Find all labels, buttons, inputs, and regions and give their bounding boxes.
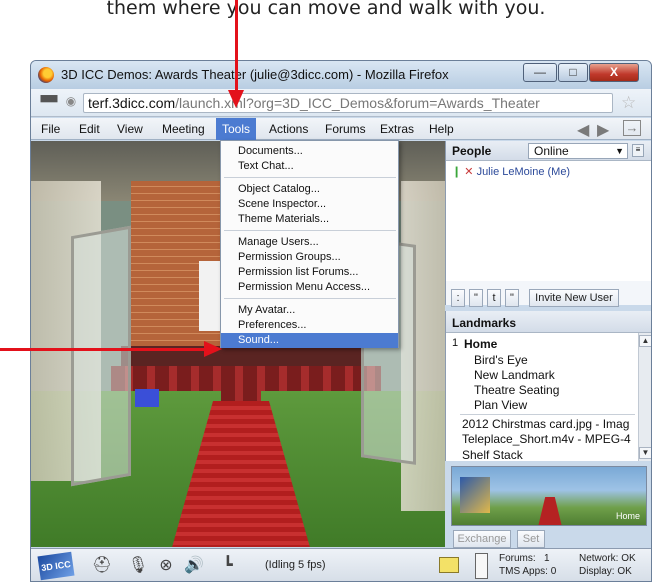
- menu-file[interactable]: File: [35, 118, 66, 140]
- landmark-home[interactable]: Home: [464, 337, 497, 351]
- menu-item-permission-menu-access[interactable]: Permission Menu Access...: [221, 280, 398, 295]
- people-list: ❙ ✕ Julie LeMoine (Me): [446, 161, 651, 281]
- landmarks-scrollbar[interactable]: ▲ ▼: [638, 333, 651, 461]
- menu-bar: File Edit View Meeting Tools Actions For…: [31, 118, 651, 140]
- landmark-home-index: 1: [452, 337, 459, 349]
- menu-item-my-avatar[interactable]: My Avatar...: [221, 303, 398, 318]
- firefox-icon: [38, 67, 54, 83]
- landmark-file[interactable]: 2012 Chirstmas card.jpg - Imag: [462, 417, 629, 431]
- people-toolbar: : " t " Invite New User ≡: [445, 289, 651, 320]
- menu-separator: [224, 298, 396, 299]
- menu-view[interactable]: View: [111, 118, 149, 140]
- landmark-item[interactable]: Bird's Eye: [474, 353, 528, 367]
- url-input[interactable]: terf.3dicc.com/launch.xml?org=3D_ICC_Dem…: [83, 93, 613, 113]
- tools-dropdown-menu: Documents... Text Chat... Object Catalog…: [220, 140, 399, 348]
- scroll-down-icon[interactable]: ▼: [639, 447, 651, 459]
- chevron-down-icon: ▼: [615, 146, 624, 156]
- user-row[interactable]: ❙ ✕ Julie LeMoine (Me): [452, 165, 570, 178]
- network-display-stat: Network: OK Display: OK: [579, 553, 636, 577]
- menu-item-documents[interactable]: Documents...: [221, 144, 398, 159]
- bookmark-page-icon[interactable]: ▀▀: [39, 95, 59, 110]
- remove-icon[interactable]: ✕: [464, 166, 473, 178]
- invite-new-user-button[interactable]: Invite New User: [529, 289, 619, 307]
- annotation-arrow-shaft: [0, 348, 210, 351]
- user-name: Julie LeMoine (Me): [476, 166, 571, 178]
- forward-arrow-icon[interactable]: ▶: [597, 120, 609, 140]
- address-bar: ▀▀ ◉ terf.3dicc.com/launch.xml?org=3D_IC…: [31, 89, 651, 117]
- glass-door-left: [71, 225, 131, 487]
- set-button[interactable]: Set: [517, 530, 545, 548]
- url-host: terf.3dicc.com: [88, 95, 176, 111]
- title-bar: 3D ICC Demos: Awards Theater (julie@3dic…: [31, 61, 651, 89]
- annotation-arrow-shaft: [235, 0, 238, 95]
- back-arrow-icon[interactable]: ◀: [577, 120, 589, 140]
- annotation-arrow-head: [204, 341, 222, 357]
- scroll-up-icon[interactable]: ▲: [639, 335, 651, 347]
- menu-tools[interactable]: Tools: [216, 118, 257, 140]
- star-icon[interactable]: ☆: [621, 93, 636, 113]
- site-identity-icon[interactable]: ◉: [63, 94, 79, 110]
- landmark-separator: [460, 414, 635, 415]
- toolbar-button-1[interactable]: :: [451, 289, 465, 307]
- landmark-preview[interactable]: Home: [451, 466, 647, 526]
- people-filter-select[interactable]: Online ▼: [528, 143, 628, 159]
- poster-thumbnail: [460, 477, 490, 513]
- menu-item-sound[interactable]: Sound...: [221, 333, 398, 348]
- menu-item-permission-list-forums[interactable]: Permission list Forums...: [221, 265, 398, 280]
- camera-muted-icon[interactable]: ⊗: [155, 555, 177, 577]
- caption-text: them where you can move and walk with yo…: [106, 0, 546, 19]
- landmark-item[interactable]: Plan View: [474, 398, 527, 412]
- menu-item-scene-inspector[interactable]: Scene Inspector...: [221, 197, 398, 212]
- 3dicc-logo[interactable]: 3D ICC: [37, 551, 75, 581]
- landmarks-title: Landmarks: [452, 316, 517, 330]
- avatar-object[interactable]: [135, 389, 159, 407]
- sit-icon[interactable]: ┗: [217, 555, 239, 577]
- online-status-icon: ❙: [452, 166, 462, 178]
- landmark-file[interactable]: Shelf Stack: [462, 448, 523, 461]
- menu-meeting[interactable]: Meeting: [156, 118, 211, 140]
- toolbar-button-2[interactable]: ": [469, 289, 483, 307]
- toolbar-button-3[interactable]: t: [487, 289, 501, 307]
- annotation-arrow-head: [228, 90, 244, 108]
- minimize-button[interactable]: —: [523, 63, 557, 82]
- menu-edit[interactable]: Edit: [73, 118, 106, 140]
- menu-item-object-catalog[interactable]: Object Catalog...: [221, 182, 398, 197]
- people-filter-value: Online: [534, 144, 569, 158]
- menu-item-text-chat[interactable]: Text Chat...: [221, 159, 398, 174]
- phone-icon[interactable]: [475, 553, 488, 579]
- menu-forums[interactable]: Forums: [319, 118, 372, 140]
- people-title: People: [452, 144, 492, 158]
- window-title: 3D ICC Demos: Awards Theater (julie@3dic…: [61, 67, 449, 82]
- microphone-muted-icon[interactable]: 🎙: [127, 555, 149, 577]
- landmark-item[interactable]: New Landmark: [474, 368, 555, 382]
- fps-status: (Idling 5 fps): [265, 559, 326, 571]
- close-button[interactable]: X: [589, 63, 639, 82]
- menu-help[interactable]: Help: [423, 118, 460, 140]
- menu-separator: [224, 177, 396, 178]
- note-icon[interactable]: [439, 557, 459, 573]
- menu-actions[interactable]: Actions: [263, 118, 314, 140]
- menu-item-permission-groups[interactable]: Permission Groups...: [221, 250, 398, 265]
- menu-extras[interactable]: Extras: [374, 118, 420, 140]
- landmarks-panel: Landmarks 1 Home Bird's Eye New Landmark…: [445, 311, 651, 461]
- speaker-icon[interactable]: 🔊: [183, 555, 205, 577]
- landmark-item[interactable]: Theatre Seating: [474, 383, 559, 397]
- exchange-button[interactable]: Exchange: [453, 530, 511, 548]
- avatar-pose-icon[interactable]: ⛑: [91, 555, 113, 577]
- menu-item-preferences[interactable]: Preferences...: [221, 318, 398, 333]
- menu-separator: [224, 230, 396, 231]
- maximize-button[interactable]: □: [558, 63, 588, 82]
- panel-options-icon[interactable]: ≡: [632, 144, 644, 157]
- status-bar: 3D ICC ⛑ 🎙 ⊗ 🔊 ┗ (Idling 5 fps) Forums: …: [31, 548, 651, 581]
- landmark-file[interactable]: Teleplace_Short.m4v - MPEG-4: [462, 432, 631, 446]
- people-panel: People Online ▼ ≡ ❙ ✕ Julie LeMoine (Me): [445, 141, 651, 305]
- preview-label: Home: [615, 511, 640, 521]
- toolbar-button-4[interactable]: ": [505, 289, 519, 307]
- menu-item-theme-materials[interactable]: Theme Materials...: [221, 212, 398, 227]
- browser-window: 3D ICC Demos: Awards Theater (julie@3dic…: [30, 60, 652, 582]
- exit-fullscreen-icon[interactable]: →: [623, 120, 641, 136]
- menu-item-manage-users[interactable]: Manage Users...: [221, 235, 398, 250]
- forums-stat: Forums: 1 TMS Apps: 0: [499, 553, 557, 577]
